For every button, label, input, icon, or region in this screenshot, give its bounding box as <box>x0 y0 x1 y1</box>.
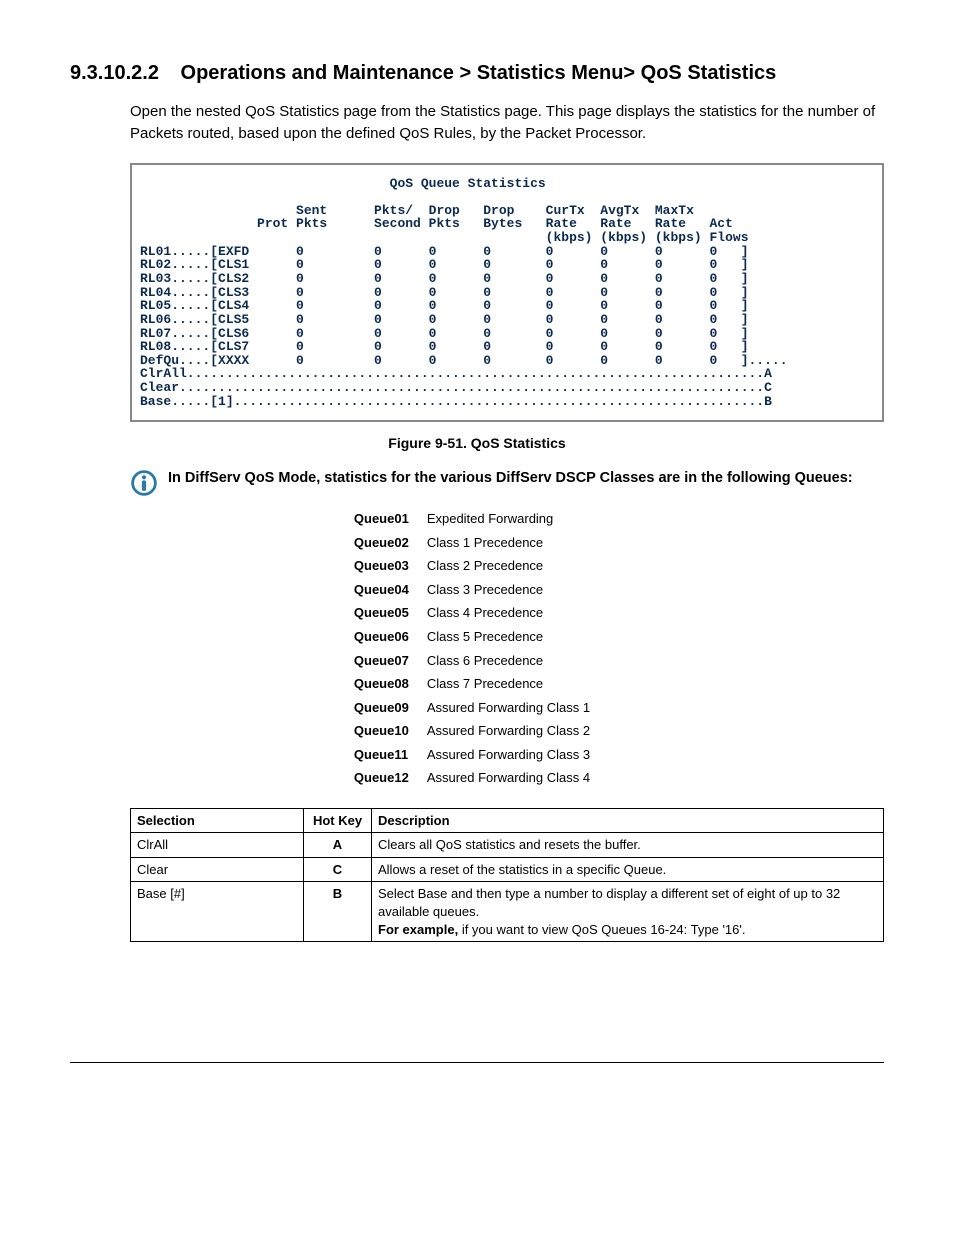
queue-desc: Class 4 Precedence <box>423 601 604 625</box>
queue-name: Queue07 <box>350 649 423 673</box>
queue-desc: Assured Forwarding Class 1 <box>423 696 604 720</box>
table-row: Queue10Assured Forwarding Class 2 <box>350 719 604 743</box>
queue-desc: Assured Forwarding Class 4 <box>423 766 604 790</box>
note-block: In DiffServ QoS Mode, statistics for the… <box>130 469 884 497</box>
table-row: Base [#]BSelect Base and then type a num… <box>131 882 884 942</box>
table-row: Queue04Class 3 Precedence <box>350 578 604 602</box>
footer-rule <box>70 1062 884 1063</box>
table-row: Queue01Expedited Forwarding <box>350 507 604 531</box>
section-title: Operations and Maintenance > Statistics … <box>181 62 777 84</box>
table-row: Queue06Class 5 Precedence <box>350 625 604 649</box>
queue-name: Queue03 <box>350 554 423 578</box>
queue-table: Queue01Expedited ForwardingQueue02Class … <box>350 507 604 790</box>
queue-name: Queue04 <box>350 578 423 602</box>
queue-name: Queue05 <box>350 601 423 625</box>
description-header: Description <box>372 808 884 833</box>
queue-desc: Assured Forwarding Class 3 <box>423 743 604 767</box>
hotkey-cell: A <box>304 833 372 858</box>
queue-name: Queue01 <box>350 507 423 531</box>
queue-name: Queue11 <box>350 743 423 767</box>
table-row: Queue02Class 1 Precedence <box>350 531 604 555</box>
queue-name: Queue12 <box>350 766 423 790</box>
hotkey-header: Hot Key <box>304 808 372 833</box>
table-row: ClearCAllows a reset of the statistics i… <box>131 857 884 882</box>
table-row: Queue03Class 2 Precedence <box>350 554 604 578</box>
info-icon <box>130 469 158 497</box>
queue-desc: Class 7 Precedence <box>423 672 604 696</box>
queue-desc: Class 1 Precedence <box>423 531 604 555</box>
selection-cell: Clear <box>131 857 304 882</box>
queue-name: Queue09 <box>350 696 423 720</box>
description-cell: Allows a reset of the statistics in a sp… <box>372 857 884 882</box>
queue-desc: Class 6 Precedence <box>423 649 604 673</box>
queue-name: Queue08 <box>350 672 423 696</box>
queue-desc: Class 2 Precedence <box>423 554 604 578</box>
description-cell: Select Base and then type a number to di… <box>372 882 884 942</box>
section-number: 9.3.10.2.2 <box>70 60 159 87</box>
queue-name: Queue02 <box>350 531 423 555</box>
queue-name: Queue10 <box>350 719 423 743</box>
selection-cell: Base [#] <box>131 882 304 942</box>
queue-desc: Expedited Forwarding <box>423 507 604 531</box>
table-row: ClrAllAClears all QoS statistics and res… <box>131 833 884 858</box>
section-heading: 9.3.10.2.2 Operations and Maintenance > … <box>70 60 884 87</box>
table-row: Queue09Assured Forwarding Class 1 <box>350 696 604 720</box>
table-row: Queue12Assured Forwarding Class 4 <box>350 766 604 790</box>
table-row: Queue07Class 6 Precedence <box>350 649 604 673</box>
table-row: Queue08Class 7 Precedence <box>350 672 604 696</box>
queue-name: Queue06 <box>350 625 423 649</box>
queue-desc: Class 5 Precedence <box>423 625 604 649</box>
table-row: Queue11Assured Forwarding Class 3 <box>350 743 604 767</box>
table-row: Queue05Class 4 Precedence <box>350 601 604 625</box>
console-text: QoS Queue Statistics Sent Pkts/ Drop Dro… <box>140 177 874 409</box>
description-cell: Clears all QoS statistics and resets the… <box>372 833 884 858</box>
console-figure: QoS Queue Statistics Sent Pkts/ Drop Dro… <box>130 163 884 423</box>
intro-paragraph: Open the nested QoS Statistics page from… <box>130 101 884 145</box>
selection-header: Selection <box>131 808 304 833</box>
queue-desc: Assured Forwarding Class 2 <box>423 719 604 743</box>
selection-cell: ClrAll <box>131 833 304 858</box>
note-text: In DiffServ QoS Mode, statistics for the… <box>168 469 853 489</box>
hotkey-cell: B <box>304 882 372 942</box>
hotkey-cell: C <box>304 857 372 882</box>
selection-table: Selection Hot Key Description ClrAllACle… <box>130 808 884 942</box>
queue-desc: Class 3 Precedence <box>423 578 604 602</box>
figure-caption: Figure 9-51. QoS Statistics <box>70 434 884 453</box>
